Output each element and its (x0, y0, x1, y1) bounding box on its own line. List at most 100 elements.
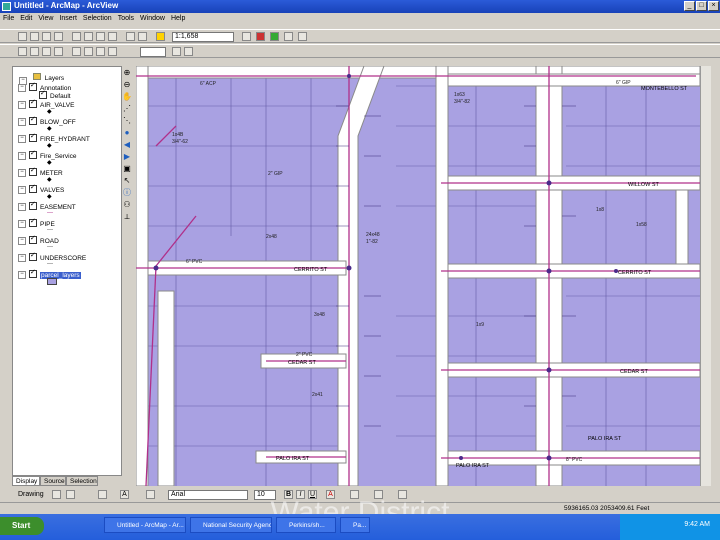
collapse-icon[interactable]: − (18, 220, 26, 228)
layer-checkbox[interactable] (29, 115, 37, 125)
menu-tools[interactable]: Tools (115, 14, 137, 23)
street-label: PALO IRA ST (588, 436, 622, 442)
collapse-icon[interactable]: − (18, 186, 26, 194)
menu-view[interactable]: View (35, 14, 56, 23)
start-button[interactable]: Start (0, 517, 44, 535)
tab-source[interactable]: Source (40, 476, 66, 486)
model-builder-icon[interactable] (284, 32, 293, 41)
collapse-icon[interactable]: − (18, 271, 26, 279)
zoom-in-icon[interactable]: ⊕ (122, 68, 132, 78)
select-features-icon[interactable]: ▣ (122, 164, 132, 174)
command-line-icon[interactable] (270, 32, 279, 41)
open-icon[interactable] (30, 32, 39, 41)
layer-checkbox[interactable] (29, 183, 37, 193)
new-icon[interactable] (18, 32, 27, 41)
toc-layer-air-valve[interactable]: −AIR_VALVE (18, 98, 74, 109)
zoom-in-page-icon[interactable] (18, 47, 27, 56)
toc-layer-meter[interactable]: −METER (18, 166, 63, 177)
toc-layer-fire-service[interactable]: −Fire_Service (18, 149, 76, 160)
toc-sublayer-default[interactable]: Default (39, 89, 71, 100)
map-canvas[interactable]: CERRITO ST CEDAR ST PALO IRA ST MONTEBEL… (136, 66, 700, 486)
menu-window[interactable]: Window (137, 14, 168, 23)
cut-icon[interactable] (72, 32, 81, 41)
pan-hand-icon[interactable]: ✋ (122, 92, 132, 102)
identify-icon[interactable]: ⓘ (122, 188, 132, 198)
menu-selection[interactable]: Selection (80, 14, 115, 23)
menu-insert[interactable]: Insert (56, 14, 80, 23)
undo-icon[interactable] (126, 32, 135, 41)
toc-layer-underscore[interactable]: −UNDERSCORE (18, 251, 86, 262)
layer-checkbox[interactable] (39, 89, 47, 99)
collapse-icon[interactable]: − (18, 84, 26, 92)
paste-icon[interactable] (96, 32, 105, 41)
menu-edit[interactable]: Edit (17, 14, 35, 23)
editor-icon[interactable] (242, 32, 251, 41)
redo-icon[interactable] (138, 32, 147, 41)
collapse-icon[interactable]: − (18, 203, 26, 211)
full-extent-globe-icon[interactable]: ● (122, 128, 132, 138)
layer-checkbox[interactable] (29, 234, 37, 244)
layer-checkbox[interactable] (29, 268, 37, 278)
close-button[interactable]: × (708, 1, 719, 11)
layer-checkbox[interactable] (29, 251, 37, 261)
toc-layer-road[interactable]: −ROAD (18, 234, 59, 245)
map-display[interactable]: CERRITO ST CEDAR ST PALO IRA ST MONTEBEL… (136, 66, 700, 486)
map-scale-combo[interactable]: 1:1,658 (172, 32, 234, 42)
maximize-button[interactable]: □ (696, 1, 707, 11)
menu-help[interactable]: Help (168, 14, 188, 23)
taskbar-item-perkins[interactable]: Perkins/sh... (276, 517, 336, 533)
print-icon[interactable] (54, 32, 63, 41)
layer-checkbox[interactable] (29, 98, 37, 108)
delete-icon[interactable] (108, 32, 117, 41)
help-icon[interactable] (298, 32, 307, 41)
zoom-out-page-icon[interactable] (30, 47, 39, 56)
map-vertical-scrollbar[interactable] (700, 66, 711, 486)
fixed-zoom-in-icon[interactable] (84, 47, 93, 56)
taskbar-item-browser[interactable]: National Security Agency/... (190, 517, 272, 533)
minimize-button[interactable]: _ (684, 1, 695, 11)
layer-checkbox[interactable] (29, 81, 37, 91)
toc-layer-blow-off[interactable]: −BLOW_OFF (18, 115, 76, 126)
arctoolbox-icon[interactable] (256, 32, 265, 41)
layout-zoom-combo[interactable] (140, 47, 166, 57)
add-data-icon[interactable] (156, 32, 165, 41)
fixed-zoom-in-icon[interactable]: ⋰ (122, 104, 132, 114)
layer-checkbox[interactable] (29, 132, 37, 142)
fixed-zoom-out-icon[interactable]: ⋱ (122, 116, 132, 126)
zoom-out-icon[interactable]: ⊖ (122, 80, 132, 90)
select-elements-icon[interactable]: ↖ (122, 176, 132, 186)
back-arrow-icon[interactable]: ◀ (122, 140, 132, 150)
tab-selection[interactable]: Selection (66, 476, 98, 486)
tab-display[interactable]: Display (12, 476, 40, 486)
collapse-icon[interactable]: − (18, 101, 26, 109)
pan-page-icon[interactable] (42, 47, 51, 56)
taskbar-item-pa[interactable]: Pa... (340, 517, 370, 533)
toc-layer-fire-hydrant[interactable]: −FIRE_HYDRANT (18, 132, 90, 143)
layer-checkbox[interactable] (29, 200, 37, 210)
copy-icon[interactable] (84, 32, 93, 41)
street-label: PALO IRA ST (276, 456, 310, 462)
collapse-icon[interactable]: − (18, 237, 26, 245)
measure-icon[interactable]: ⟂ (122, 212, 132, 222)
collapse-icon[interactable]: − (18, 118, 26, 126)
fixed-zoom-out-icon[interactable] (96, 47, 105, 56)
forward-arrow-icon[interactable]: ▶ (122, 152, 132, 162)
back-extent-icon[interactable] (108, 47, 117, 56)
save-icon[interactable] (42, 32, 51, 41)
taskbar-item-arcmap[interactable]: Untitled - ArcMap - Ar... (104, 517, 186, 533)
zoom-100-icon[interactable] (72, 47, 81, 56)
focus-frame-icon[interactable] (184, 47, 193, 56)
street-label: CEDAR ST (288, 360, 316, 366)
zoom-whole-page-icon[interactable] (54, 47, 63, 56)
collapse-icon[interactable]: − (18, 152, 26, 160)
standard-toolbar: 1:1,658 (0, 29, 720, 43)
menu-file[interactable]: File (0, 14, 17, 23)
layer-checkbox[interactable] (29, 166, 37, 176)
collapse-icon[interactable]: − (18, 254, 26, 262)
collapse-icon[interactable]: − (18, 135, 26, 143)
layer-checkbox[interactable] (29, 217, 37, 227)
collapse-icon[interactable]: − (18, 169, 26, 177)
toggle-draft-icon[interactable] (172, 47, 181, 56)
find-binoculars-icon[interactable]: ⚇ (122, 200, 132, 210)
layer-checkbox[interactable] (29, 149, 37, 159)
